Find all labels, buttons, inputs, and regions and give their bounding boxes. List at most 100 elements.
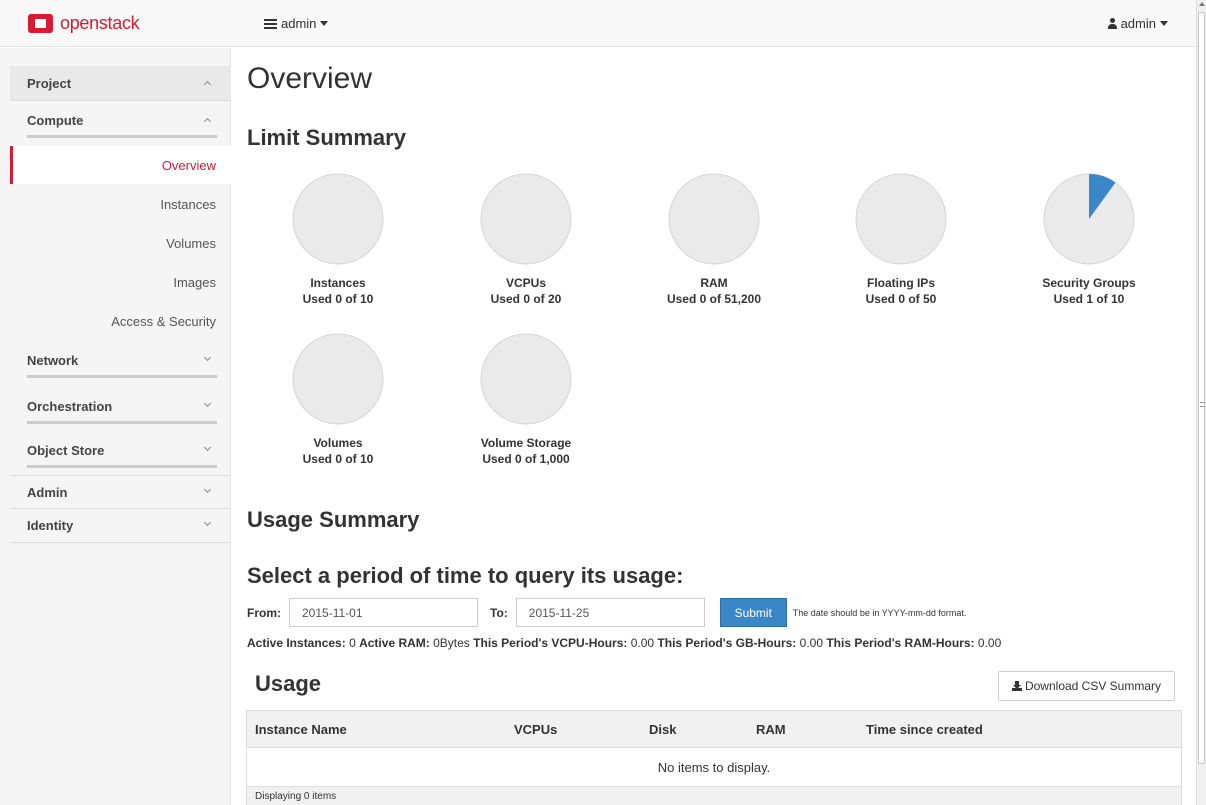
brand-logo-link[interactable]: openstack <box>28 13 140 34</box>
chevron-up-icon <box>203 80 212 89</box>
sidebar-item-label: Images <box>173 274 216 290</box>
stat-label: This Period's RAM-Hours: <box>826 636 975 650</box>
limit-pie-volumes: Volumes Used 0 of 10 <box>263 333 413 466</box>
caret-down-icon <box>320 21 329 26</box>
query-period-heading: Select a period of time to query its usa… <box>247 563 684 588</box>
download-icon <box>1011 681 1022 691</box>
pie-chart <box>480 333 572 425</box>
sidebar: Project Compute Overview Instances Volum… <box>0 48 231 805</box>
column-header-time-since-created[interactable]: Time since created <box>857 710 1182 748</box>
pie-background-slice <box>292 173 384 265</box>
pie-background-slice <box>668 173 760 265</box>
grip-icon <box>1200 402 1205 407</box>
download-csv-button[interactable]: Download CSV Summary <box>998 671 1175 701</box>
openstack-logo-icon <box>28 14 53 33</box>
pie-title: Security Groups <box>1042 276 1136 290</box>
divider <box>27 465 217 468</box>
limit-pie-ram: RAM Used 0 of 51,200 <box>639 173 789 306</box>
pie-usage-text: Used 0 of 51,200 <box>666 292 762 306</box>
from-label: From: <box>247 605 281 620</box>
limit-pie-floating-ips: Floating IPs Used 0 of 50 <box>826 173 976 306</box>
stat-label: Active Instances: <box>247 636 346 650</box>
user-dropdown-label: admin <box>1120 16 1156 31</box>
sidebar-section-admin[interactable]: Admin <box>10 475 231 509</box>
pie-chart <box>668 173 760 265</box>
pie-chart <box>292 173 384 265</box>
stat-label: This Period's VCPU-Hours: <box>473 636 628 650</box>
sidebar-section-identity[interactable]: Identity <box>10 508 231 542</box>
stat-label: Active RAM: <box>359 636 430 650</box>
sidebar-section-label: Orchestration <box>27 398 113 414</box>
date-format-help: The date should be in YYYY-mm-dd format. <box>792 607 967 618</box>
chevron-down-icon <box>203 399 212 408</box>
chevron-down-icon <box>203 485 212 494</box>
column-header-vcpus[interactable]: VCPUs <box>505 710 640 748</box>
chevron-up-icon <box>203 117 212 126</box>
table-footer-row: Displaying 0 items <box>246 786 1182 805</box>
usage-stats-line: Active Instances: 0 Active RAM: 0Bytes T… <box>247 636 1001 650</box>
sidebar-item-access-security[interactable]: Access & Security <box>10 302 231 340</box>
sidebar-section-object-store[interactable]: Object Store <box>10 433 231 467</box>
submit-button[interactable]: Submit <box>719 598 787 627</box>
chevron-down-icon <box>203 443 212 452</box>
page-scrollbar[interactable] <box>1196 0 1206 805</box>
sidebar-item-label: Volumes <box>166 235 216 251</box>
sidebar-item-images[interactable]: Images <box>10 263 231 301</box>
sidebar-section-label: Network <box>27 352 79 368</box>
sidebar-item-label: Instances <box>160 196 216 212</box>
project-dropdown[interactable]: admin <box>264 16 329 31</box>
column-header-ram[interactable]: RAM <box>747 710 857 748</box>
stat-value: 0 <box>349 636 356 650</box>
sidebar-section-label: Project <box>27 75 72 91</box>
user-dropdown[interactable]: admin <box>1107 16 1168 31</box>
from-date-input[interactable] <box>289 598 478 627</box>
usage-summary-heading: Usage Summary <box>247 507 420 532</box>
sidebar-section-compute[interactable]: Compute <box>10 103 231 137</box>
column-header-instance-name[interactable]: Instance Name <box>246 710 505 748</box>
top-navbar: openstack admin admin <box>0 0 1196 47</box>
sidebar-section-orchestration[interactable]: Orchestration <box>10 389 231 423</box>
limit-pie-instances: Instances Used 0 of 10 <box>263 173 413 306</box>
pie-usage-text: Used 1 of 10 <box>1053 292 1125 306</box>
table-row: No items to display. <box>246 747 1182 787</box>
pie-usage-text: Used 0 of 1,000 <box>482 452 570 466</box>
usage-table: Instance Name VCPUs Disk RAM Time since … <box>246 710 1182 805</box>
scroll-up-arrow-icon[interactable] <box>1199 2 1205 6</box>
divider <box>27 375 217 378</box>
chevron-down-icon <box>203 518 212 527</box>
date-range-form: From: To: Submit The date should be in Y… <box>247 598 966 627</box>
pie-chart <box>480 173 572 265</box>
list-icon <box>264 18 277 29</box>
sidebar-item-overview[interactable]: Overview <box>10 146 231 184</box>
stat-value: 0.00 <box>799 636 823 650</box>
stat-value: 0.00 <box>977 636 1002 650</box>
stat-value: 0Bytes <box>433 636 470 650</box>
sidebar-section-label: Object Store <box>27 442 105 458</box>
limit-pie-vcpus: VCPUs Used 0 of 20 <box>451 173 601 306</box>
pie-background-slice <box>480 333 572 425</box>
sidebar-item-label: Access & Security <box>111 313 216 329</box>
sidebar-section-label: Identity <box>27 517 74 533</box>
sidebar-item-volumes[interactable]: Volumes <box>10 224 231 262</box>
empty-table-message: No items to display. <box>246 747 1182 787</box>
to-date-input[interactable] <box>515 598 705 627</box>
scrollbar-thumb[interactable] <box>1198 12 1205 764</box>
pie-title: Instances <box>310 276 366 290</box>
project-dropdown-label: admin <box>281 16 317 31</box>
column-header-disk[interactable]: Disk <box>640 710 747 748</box>
pie-title: Volume Storage <box>480 436 572 450</box>
table-item-count: Displaying 0 items <box>246 786 1182 805</box>
pie-background-slice <box>480 173 572 265</box>
sidebar-section-label: Admin <box>27 484 68 500</box>
pie-background-slice <box>292 333 384 425</box>
sidebar-section-network[interactable]: Network <box>10 343 231 377</box>
sidebar-item-instances[interactable]: Instances <box>10 185 231 223</box>
sidebar-section-project[interactable]: Project <box>10 66 231 100</box>
stat-label: This Period's GB-Hours: <box>657 636 797 650</box>
table-header-row: Instance Name VCPUs Disk RAM Time since … <box>246 710 1182 748</box>
pie-chart <box>1043 173 1135 265</box>
stat-value: 0.00 <box>630 636 655 650</box>
to-label: To: <box>490 605 508 620</box>
pie-title: RAM <box>700 276 728 290</box>
limit-summary-heading: Limit Summary <box>247 125 406 150</box>
